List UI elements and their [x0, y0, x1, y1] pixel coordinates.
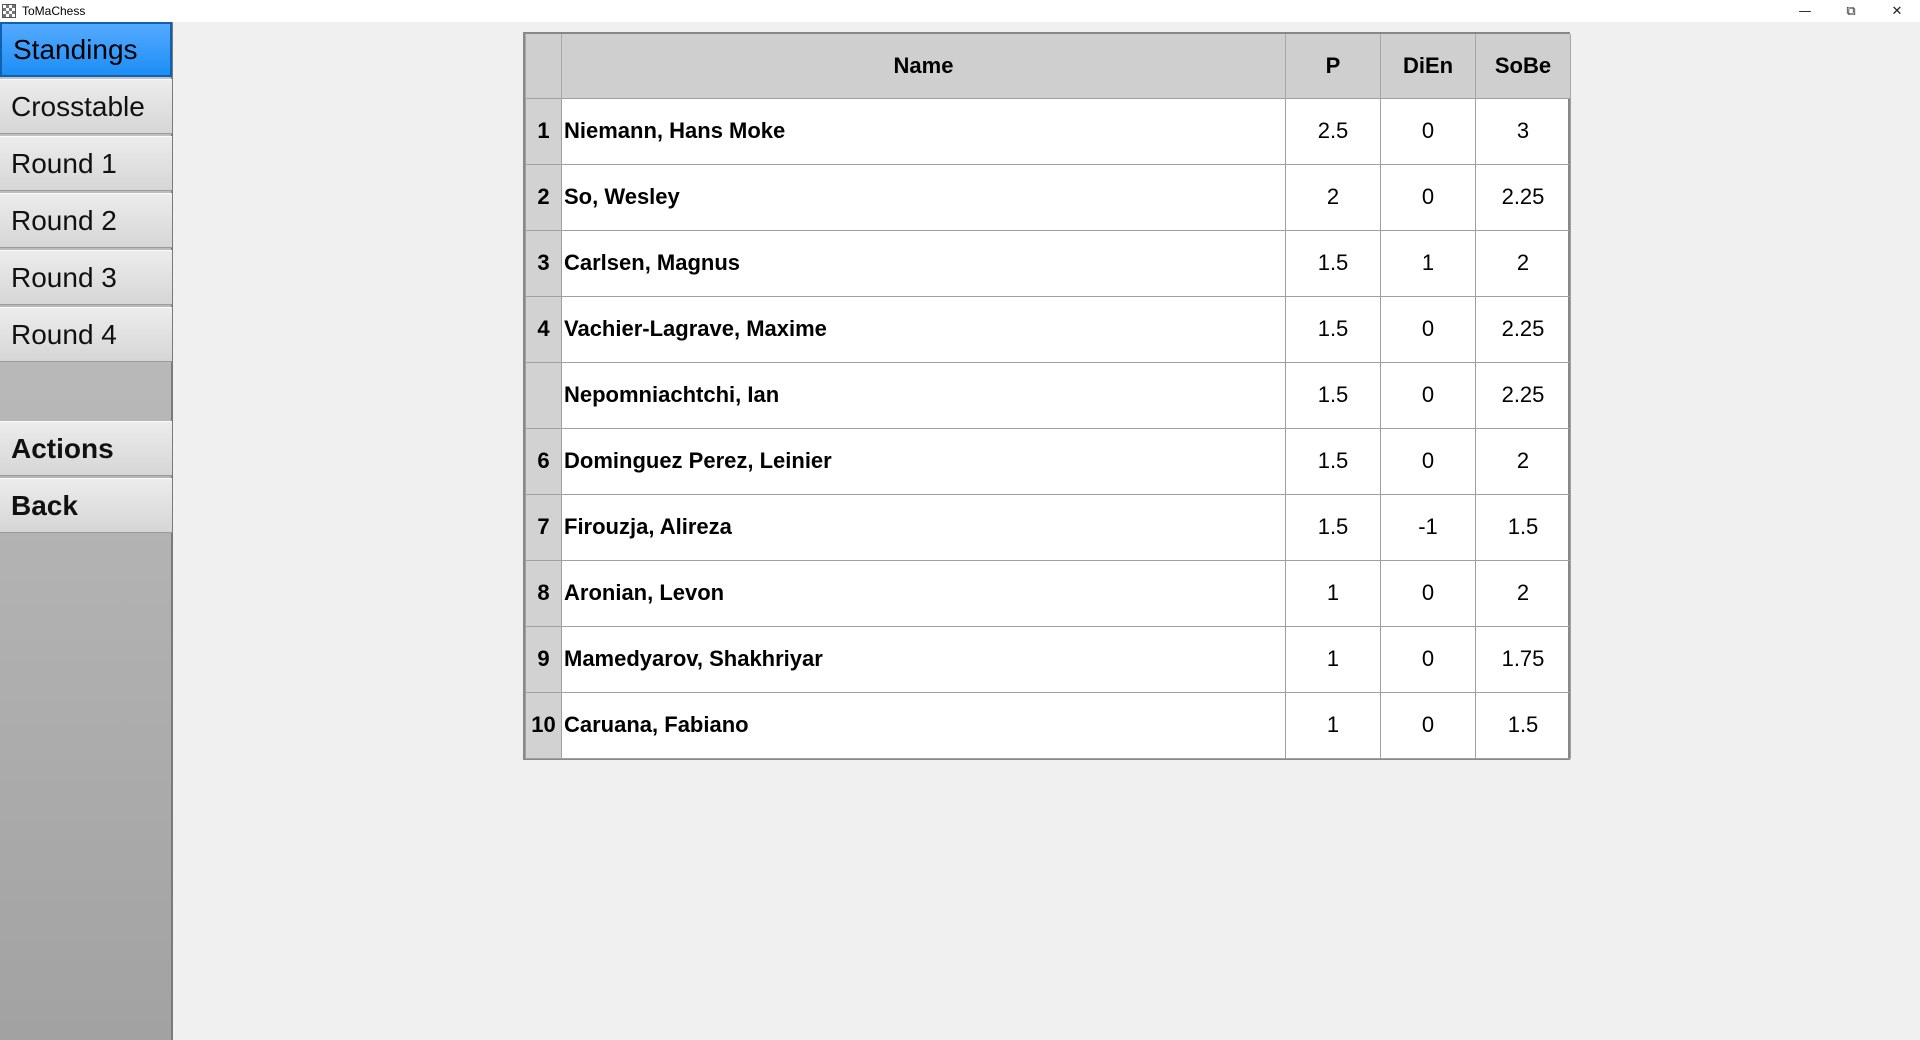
column-header-rank [525, 34, 562, 98]
points-cell: 1 [1285, 559, 1381, 627]
rank-cell: 2 [525, 163, 562, 231]
sobe-cell: 2 [1475, 229, 1571, 297]
sobe-cell: 3 [1475, 97, 1571, 165]
sidebar-item-round-3[interactable]: Round 3 [0, 250, 172, 305]
column-header-points[interactable]: P [1285, 34, 1381, 98]
dien-cell: 0 [1380, 97, 1476, 165]
table-row[interactable]: 9 Mamedyarov, Shakhriyar 1 0 1.75 [525, 625, 1571, 693]
table-header-row: Name P DiEn SoBe [525, 34, 1571, 98]
dien-cell: 0 [1380, 625, 1476, 693]
table-row[interactable]: 4 Vachier-Lagrave, Maxime 1.5 0 2.25 [525, 295, 1571, 363]
player-name-cell: Vachier-Lagrave, Maxime [561, 295, 1286, 363]
player-name-cell: So, Wesley [561, 163, 1286, 231]
dien-cell: 0 [1380, 691, 1476, 759]
dien-cell: -1 [1380, 493, 1476, 561]
app-icon [2, 4, 16, 18]
player-name-cell: Caruana, Fabiano [561, 691, 1286, 759]
column-header-sobe[interactable]: SoBe [1475, 34, 1571, 98]
player-name-cell: Niemann, Hans Moke [561, 97, 1286, 165]
rank-cell: 10 [525, 691, 562, 759]
rank-cell: 7 [525, 493, 562, 561]
rank-cell [525, 361, 562, 429]
rank-cell: 8 [525, 559, 562, 627]
window-title: ToMaChess [22, 4, 86, 18]
minimize-icon[interactable]: — [1782, 0, 1828, 22]
player-name-cell: Firouzja, Alireza [561, 493, 1286, 561]
points-cell: 2.5 [1285, 97, 1381, 165]
points-cell: 1.5 [1285, 229, 1381, 297]
player-name-cell: Carlsen, Magnus [561, 229, 1286, 297]
player-name-cell: Nepomniachtchi, Ian [561, 361, 1286, 429]
player-name-cell: Dominguez Perez, Leinier [561, 427, 1286, 495]
sobe-cell: 2 [1475, 427, 1571, 495]
sobe-cell: 2 [1475, 559, 1571, 627]
back-button[interactable]: Back [0, 478, 172, 533]
sidebar-item-crosstable[interactable]: Crosstable [0, 79, 172, 134]
rank-cell: 3 [525, 229, 562, 297]
sobe-cell: 1.75 [1475, 625, 1571, 693]
dien-cell: 0 [1380, 427, 1476, 495]
title-bar: ToMaChess — ⧉ ✕ [0, 0, 1920, 22]
window-controls: — ⧉ ✕ [1782, 0, 1920, 22]
player-name-cell: Aronian, Levon [561, 559, 1286, 627]
dien-cell: 1 [1380, 229, 1476, 297]
rank-cell: 1 [525, 97, 562, 165]
table-row[interactable]: 6 Dominguez Perez, Leinier 1.5 0 2 [525, 427, 1571, 495]
rank-cell: 6 [525, 427, 562, 495]
table-row[interactable]: 3 Carlsen, Magnus 1.5 1 2 [525, 229, 1571, 297]
sidebar-item-round-2[interactable]: Round 2 [0, 193, 172, 248]
table-row[interactable]: 7 Firouzja, Alireza 1.5 -1 1.5 [525, 493, 1571, 561]
sidebar-item-round-1[interactable]: Round 1 [0, 136, 172, 191]
rank-cell: 9 [525, 625, 562, 693]
sobe-cell: 2.25 [1475, 295, 1571, 363]
sidebar-item-standings[interactable]: Standings [0, 22, 172, 77]
sobe-cell: 1.5 [1475, 493, 1571, 561]
points-cell: 1.5 [1285, 295, 1381, 363]
table-row[interactable]: 8 Aronian, Levon 1 0 2 [525, 559, 1571, 627]
dien-cell: 0 [1380, 295, 1476, 363]
dien-cell: 0 [1380, 559, 1476, 627]
sidebar: Standings Crosstable Round 1 Round 2 Rou… [0, 22, 173, 1040]
table-row[interactable]: 10 Caruana, Fabiano 1 0 1.5 [525, 691, 1571, 759]
rank-cell: 4 [525, 295, 562, 363]
points-cell: 1 [1285, 625, 1381, 693]
table-row[interactable]: Nepomniachtchi, Ian 1.5 0 2.25 [525, 361, 1571, 429]
actions-button[interactable]: Actions [0, 421, 172, 476]
column-header-name[interactable]: Name [561, 34, 1286, 98]
sobe-cell: 2.25 [1475, 361, 1571, 429]
player-name-cell: Mamedyarov, Shakhriyar [561, 625, 1286, 693]
table-row[interactable]: 1 Niemann, Hans Moke 2.5 0 3 [525, 97, 1571, 165]
close-icon[interactable]: ✕ [1874, 0, 1920, 22]
sobe-cell: 1.5 [1475, 691, 1571, 759]
dien-cell: 0 [1380, 361, 1476, 429]
points-cell: 1.5 [1285, 493, 1381, 561]
column-header-dien[interactable]: DiEn [1380, 34, 1476, 98]
table-row[interactable]: 2 So, Wesley 2 0 2.25 [525, 163, 1571, 231]
restore-icon[interactable]: ⧉ [1828, 0, 1874, 22]
standings-table: Name P DiEn SoBe 1 Niemann, Hans Moke 2.… [523, 32, 1571, 760]
sobe-cell: 2.25 [1475, 163, 1571, 231]
points-cell: 1 [1285, 691, 1381, 759]
dien-cell: 0 [1380, 163, 1476, 231]
points-cell: 1.5 [1285, 427, 1381, 495]
points-cell: 2 [1285, 163, 1381, 231]
points-cell: 1.5 [1285, 361, 1381, 429]
sidebar-item-round-4[interactable]: Round 4 [0, 307, 172, 362]
